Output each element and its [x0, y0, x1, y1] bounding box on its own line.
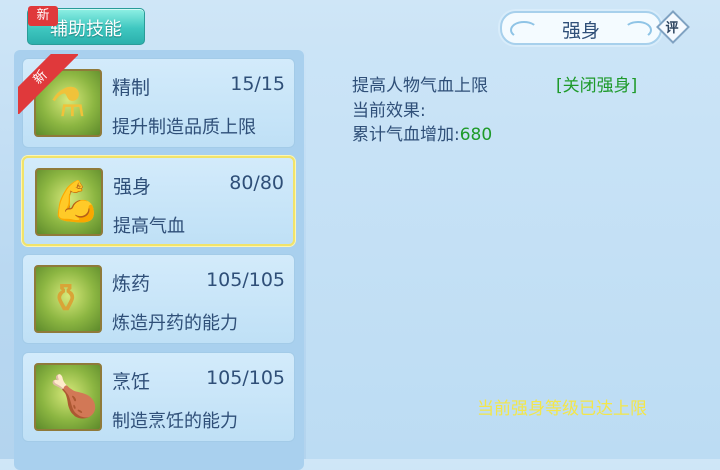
new-badge: 新: [28, 6, 58, 26]
new-ribbon-label: 新: [18, 54, 78, 114]
alchemy-cauldron-icon: ⚱: [34, 265, 102, 333]
strength-icon: 💪: [35, 168, 103, 236]
skill-card-alchemy[interactable]: ⚱ 炼药 105/105 炼造丹药的能力: [22, 254, 295, 344]
rate-button[interactable]: 评: [656, 10, 690, 44]
skill-card-cooking[interactable]: 🍗 烹饪 105/105 制造烹饪的能力: [22, 352, 295, 442]
skill-desc: 制造烹饪的能力: [112, 411, 238, 432]
skill-level: 15/15: [230, 73, 285, 95]
skill-level: 105/105: [206, 367, 285, 389]
effect-description: 提高人物气血上限: [352, 76, 488, 96]
skill-desc: 炼造丹药的能力: [112, 313, 238, 334]
skill-level: 80/80: [229, 172, 284, 194]
skill-title-bar: 强身: [500, 11, 662, 45]
skill-level: 105/105: [206, 269, 285, 291]
current-effect-label: 当前效果:: [352, 101, 426, 121]
skill-desc: 提高气血: [113, 216, 185, 237]
toggle-strength-link[interactable]: [关闭强身]: [556, 71, 637, 96]
skill-title: 强身: [561, 20, 600, 42]
hp-bonus-line: 累计气血增加:680: [352, 120, 492, 145]
rate-label: 评: [665, 21, 679, 36]
max-level-notice: 当前强身等级已达上限: [477, 399, 647, 419]
hp-bonus-label: 累计气血增加:: [352, 125, 460, 145]
skill-name: 强身: [113, 176, 152, 198]
skill-card-strength[interactable]: 💪 强身 80/80 提高气血: [22, 156, 295, 246]
skill-desc: 提升制造品质上限: [112, 117, 256, 138]
skill-name: 烹饪: [112, 371, 151, 393]
skill-name: 炼药: [112, 273, 151, 295]
hp-bonus-value: 680: [459, 125, 493, 145]
meat-leg-icon: 🍗: [34, 363, 102, 431]
skill-name: 精制: [112, 77, 151, 99]
new-ribbon: 新: [18, 54, 78, 114]
